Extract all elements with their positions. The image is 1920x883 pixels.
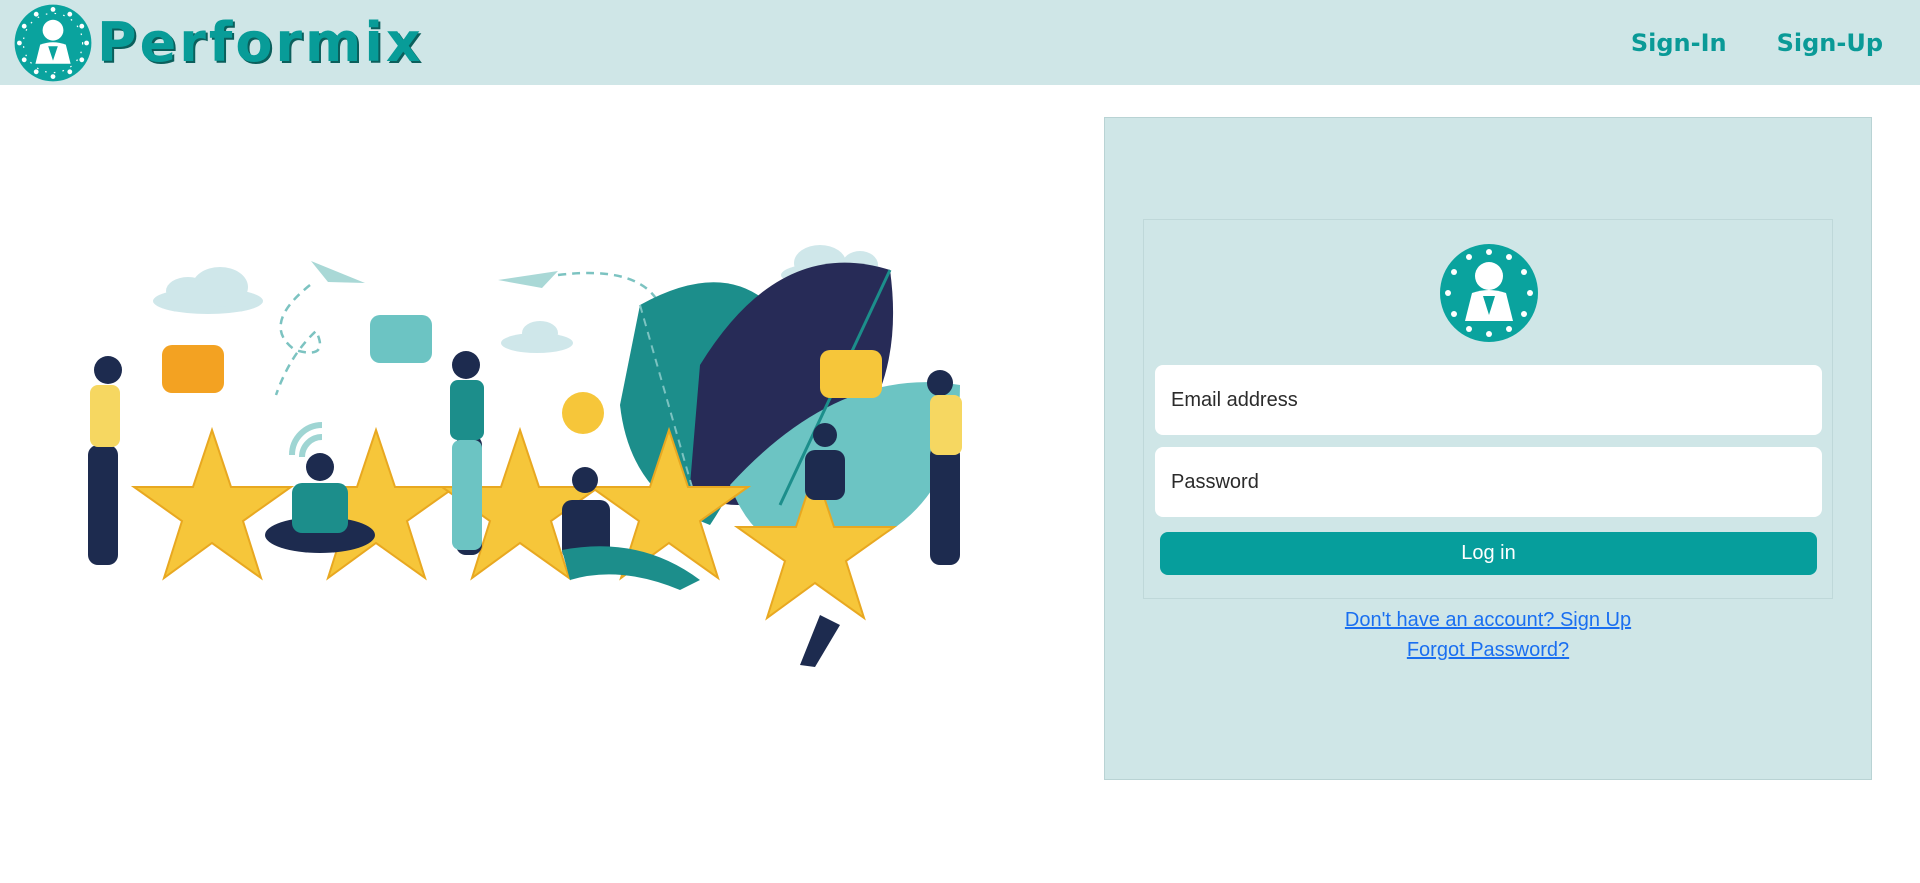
brand-name: Performix [97, 10, 424, 74]
nav-signup-link[interactable]: Sign-Up [1777, 29, 1883, 57]
login-button[interactable]: Log in [1160, 532, 1817, 575]
login-card: Log in [1143, 219, 1833, 599]
brand[interactable]: Performix [13, 3, 424, 83]
auth-links: Don't have an account? Sign Up Forgot Pa… [1143, 605, 1833, 665]
password-field[interactable] [1155, 447, 1822, 517]
signup-link[interactable]: Don't have an account? Sign Up [1143, 605, 1833, 635]
email-field[interactable] [1155, 365, 1822, 435]
nav-links: Sign-In Sign-Up [1631, 0, 1883, 85]
login-panel: Log in Don't have an account? Sign Up Fo… [1104, 117, 1872, 780]
nav-signin-link[interactable]: Sign-In [1631, 29, 1727, 57]
top-navbar: Performix Sign-In Sign-Up [0, 0, 1920, 85]
forgot-password-link[interactable]: Forgot Password? [1143, 635, 1833, 665]
rating-illustration [88, 245, 962, 667]
brand-logo-icon [14, 4, 92, 81]
card-logo-icon [1440, 244, 1538, 342]
